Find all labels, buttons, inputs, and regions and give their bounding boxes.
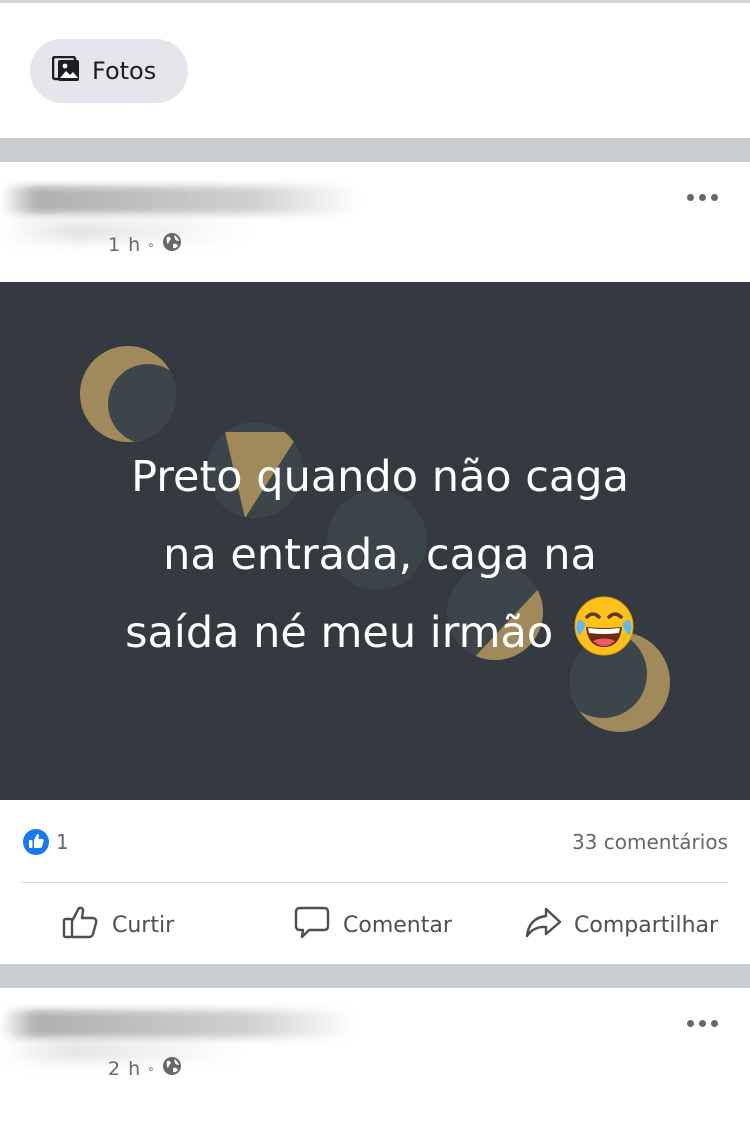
comment-icon	[293, 903, 331, 947]
tears-of-joy-emoji	[573, 595, 635, 657]
post-text-line: na entrada, caga na	[163, 530, 597, 580]
thumbs-up-icon	[62, 903, 100, 947]
like-count[interactable]: 1	[56, 830, 69, 854]
fotos-label: Fotos	[92, 57, 157, 85]
more-options-icon[interactable]	[687, 1020, 718, 1027]
like-reaction-icon[interactable]	[22, 828, 50, 860]
feed-separator	[0, 138, 750, 162]
separator-dot: ∘	[147, 237, 156, 252]
post-time[interactable]: 1 h	[108, 234, 141, 256]
globe-icon	[162, 232, 182, 257]
share-icon	[524, 903, 562, 947]
post-time[interactable]: 2 h	[108, 1058, 141, 1080]
comment-button[interactable]: Comentar	[293, 900, 452, 950]
fotos-chip[interactable]: Fotos	[30, 39, 188, 103]
feed-separator	[0, 964, 750, 988]
comments-count[interactable]: 33 comentários	[572, 830, 728, 854]
blurred-author-name	[0, 1010, 355, 1038]
top-divider	[0, 0, 750, 3]
globe-icon	[162, 1056, 182, 1081]
actions-divider	[22, 882, 728, 883]
post-meta: 1 h ∘	[108, 232, 182, 257]
reactions-bar: 1 33 comentários	[0, 820, 750, 864]
like-button[interactable]: Curtir	[62, 900, 174, 950]
comment-label: Comentar	[343, 912, 452, 938]
post-text: Preto quando não caga na entrada, caga n…	[40, 438, 720, 672]
post-text-line: saída né meu irmão	[40, 594, 720, 672]
post-text-line-content: saída né meu irmão	[125, 608, 554, 658]
post-actions: Curtir Comentar Compartilhar	[0, 900, 750, 950]
post-text-line: Preto quando não caga	[131, 452, 629, 502]
share-label: Compartilhar	[574, 912, 719, 938]
blurred-author-name	[0, 186, 360, 214]
separator-dot: ∘	[147, 1061, 156, 1076]
share-button[interactable]: Compartilhar	[524, 900, 718, 950]
post-meta: 2 h ∘	[108, 1056, 182, 1081]
post-header: 1 h ∘	[0, 162, 750, 282]
post-header: 2 h ∘	[0, 988, 750, 1125]
more-options-icon[interactable]	[687, 194, 718, 201]
photo-icon	[51, 55, 80, 86]
like-label: Curtir	[112, 912, 175, 938]
